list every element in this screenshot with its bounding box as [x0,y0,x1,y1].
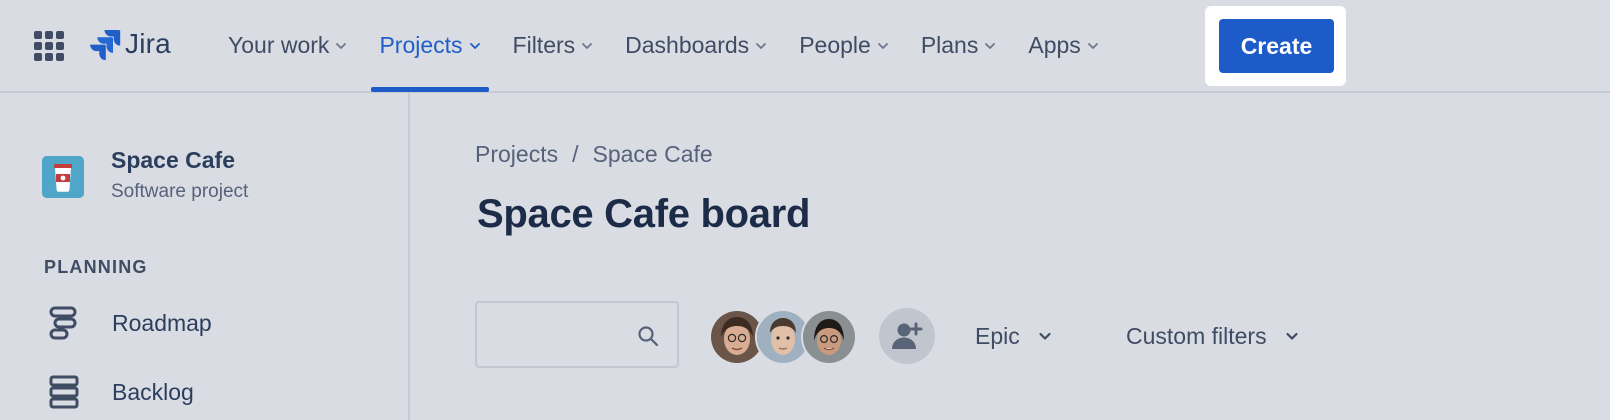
chevron-down-icon [985,42,996,49]
chevron-down-icon [1285,332,1298,340]
avatar[interactable] [801,309,857,365]
custom-filters-dropdown[interactable]: Custom filters [1126,314,1299,358]
coffee-cup-icon [42,156,84,198]
jira-logo-icon [90,30,121,60]
nav-label: Your work [228,32,330,58]
create-button[interactable]: Create [1219,19,1334,73]
epic-filter-dropdown[interactable]: Epic [975,314,1052,358]
add-people-button[interactable] [879,308,935,364]
nav-projects[interactable]: Projects [363,0,496,92]
project-sidebar: Space Cafe Software project PLANNING Roa… [0,93,410,420]
top-navigation: Jira Your work Projects Filters Dashboar… [0,0,1610,93]
sidebar-item-label: Backlog [112,378,194,405]
sidebar-item-roadmap[interactable]: Roadmap [44,300,384,346]
chevron-down-icon [469,42,480,49]
sidebar-item-backlog[interactable]: Backlog [44,369,384,415]
nav-dashboards[interactable]: Dashboards [609,0,783,91]
nav-label: Apps [1028,32,1081,58]
user-avatar-image [803,311,855,363]
app-switcher-icon[interactable] [34,31,64,61]
nav-label: People [799,32,871,58]
breadcrumb: Projects / Space Cafe [475,141,713,168]
nav-label: Plans [920,32,979,58]
logo-wordmark: Jira [125,28,171,59]
nav-apps[interactable]: Apps [1012,0,1114,91]
nav-label: Projects [379,32,463,58]
custom-filters-label: Custom filters [1126,322,1267,349]
chevron-down-icon [582,42,593,49]
breadcrumb-separator: / [572,141,579,167]
chevron-down-icon [336,42,347,49]
project-name[interactable]: Space Cafe [111,147,235,174]
board-search [475,301,679,368]
add-user-icon [892,322,923,349]
project-type: Software project [111,181,249,202]
breadcrumb-projects[interactable]: Projects [475,141,558,168]
project-avatar[interactable] [42,156,84,198]
primary-nav: Your work Projects Filters Dashboards Pe… [212,0,1115,92]
nav-label: Dashboards [625,32,750,58]
assignee-avatars [709,309,859,365]
page-title: Space Cafe board [477,192,811,236]
chevron-down-icon [1039,332,1051,340]
roadmap-icon [44,303,84,343]
search-icon [638,326,659,347]
epic-filter-label: Epic [975,322,1020,349]
nav-people[interactable]: People [783,0,905,91]
nav-your-work[interactable]: Your work [212,0,363,91]
nav-plans[interactable]: Plans [905,0,1013,91]
planning-section-label: PLANNING [44,257,148,277]
sidebar-item-label: Roadmap [112,309,212,336]
breadcrumb-space-cafe[interactable]: Space Cafe [592,141,712,168]
chevron-down-icon [1087,42,1098,49]
nav-filters[interactable]: Filters [497,0,610,91]
jira-logo[interactable]: Jira [89,26,171,62]
chevron-down-icon [756,42,767,49]
backlog-icon [44,372,84,412]
nav-label: Filters [512,32,576,58]
chevron-down-icon [877,42,888,49]
create-highlight: Create [1205,6,1346,86]
